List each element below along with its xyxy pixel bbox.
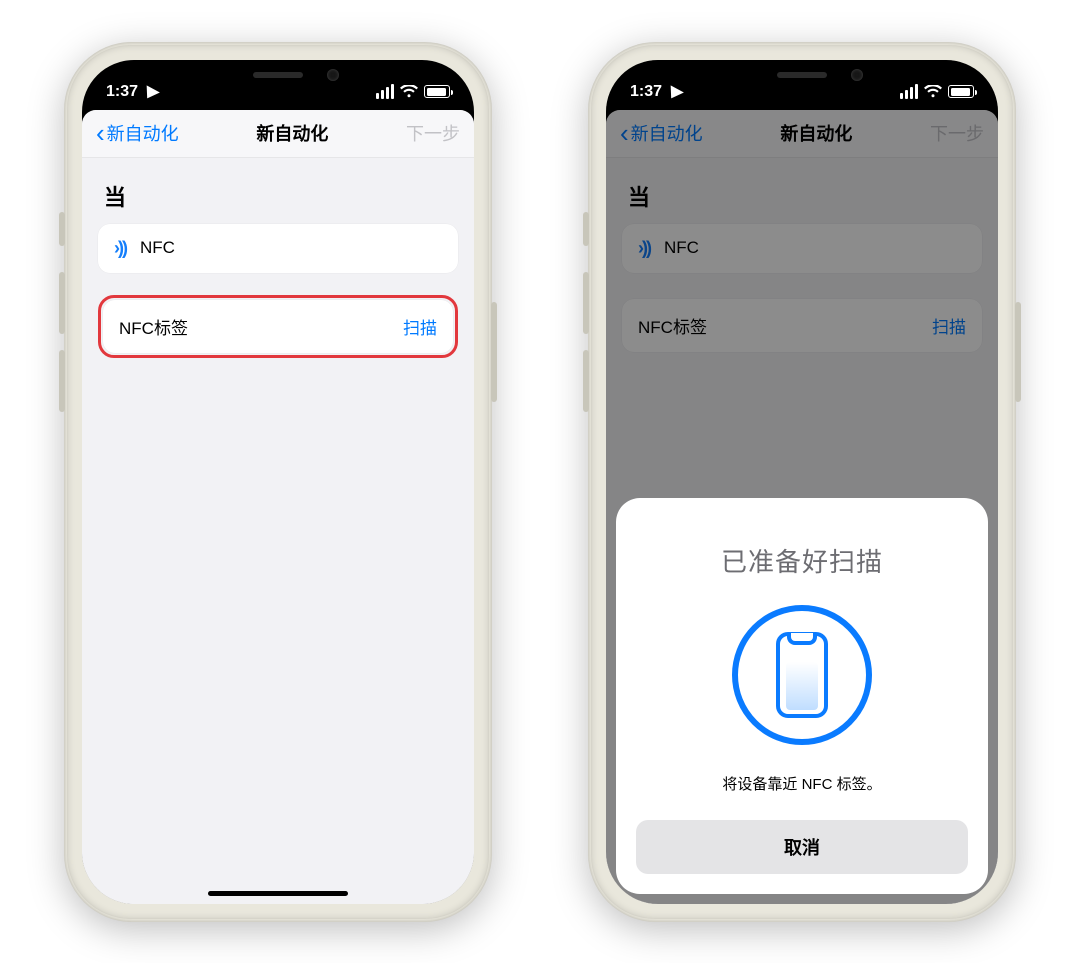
- phone-mock-right: 1:37 ‹ 新自动化 新自动化 下一步 当: [588, 42, 1016, 922]
- back-button[interactable]: ‹ 新自动化: [96, 120, 179, 146]
- chevron-left-icon: ‹: [96, 120, 105, 146]
- volume-down: [59, 350, 65, 412]
- nfc-scan-icon: [732, 605, 872, 745]
- phone-mock-left: 1:37 ‹ 新自动化 新自动化 下一步 当: [64, 42, 492, 922]
- power-button: [491, 302, 497, 402]
- highlight-ring: NFC标签 扫描: [98, 295, 458, 358]
- mute-switch: [583, 212, 589, 246]
- next-button[interactable]: 下一步: [406, 120, 460, 146]
- battery-icon: [948, 85, 974, 98]
- location-icon: [144, 83, 158, 101]
- back-label: 新自动化: [107, 120, 179, 146]
- phone-glyph-icon: [776, 632, 828, 718]
- cancel-button[interactable]: 取消: [636, 820, 968, 874]
- battery-icon: [424, 85, 450, 98]
- home-indicator[interactable]: [208, 891, 348, 896]
- volume-down: [583, 350, 589, 412]
- page-title: 新自动化: [256, 120, 328, 146]
- nfc-trigger-cell[interactable]: ›)) NFC: [98, 224, 458, 273]
- cellular-icon: [900, 84, 918, 99]
- mute-switch: [59, 212, 65, 246]
- cellular-icon: [376, 84, 394, 99]
- section-when: 当: [98, 176, 458, 224]
- nfc-tag-cell[interactable]: NFC标签 扫描: [103, 300, 453, 353]
- status-time: 1:37: [630, 83, 662, 101]
- volume-up: [583, 272, 589, 334]
- volume-up: [59, 272, 65, 334]
- nfc-trigger-label: NFC: [140, 238, 175, 258]
- sheet-message: 将设备靠近 NFC 标签。: [636, 773, 968, 794]
- status-time: 1:37: [106, 83, 138, 101]
- location-icon: [668, 83, 682, 101]
- notch: [707, 60, 897, 94]
- nav-bar: ‹ 新自动化 新自动化 下一步: [82, 110, 474, 158]
- wifi-icon: [924, 85, 942, 98]
- nfc-tag-label: NFC标签: [119, 314, 188, 339]
- wifi-icon: [400, 85, 418, 98]
- power-button: [1015, 302, 1021, 402]
- sheet-title: 已准备好扫描: [636, 542, 968, 579]
- notch: [183, 60, 373, 94]
- scan-button[interactable]: 扫描: [403, 314, 437, 339]
- nfc-scan-sheet: 已准备好扫描 将设备靠近 NFC 标签。 取消: [616, 498, 988, 894]
- nfc-icon: ›)): [114, 238, 126, 259]
